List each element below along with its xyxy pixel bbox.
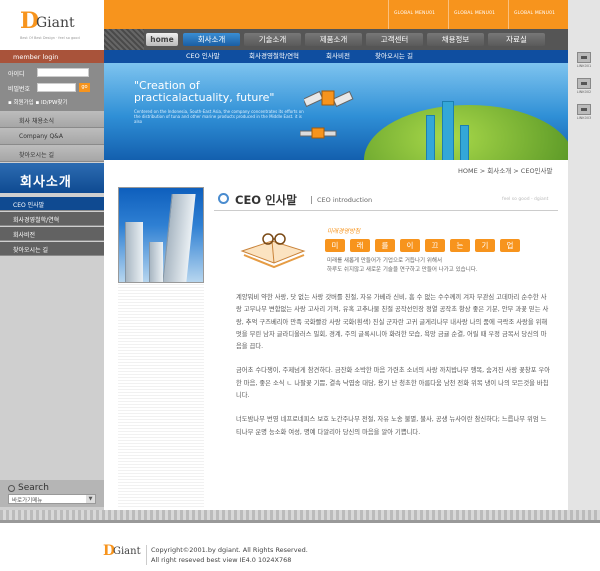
satellite-icon	[304, 90, 354, 108]
logo-tagline: Best Of Best Design · feel so good	[20, 36, 80, 40]
page-title-en: CEO introduction	[311, 196, 372, 204]
vision-char: 이	[400, 239, 420, 252]
footer-copyright: Copyright©2001.by dgiant. All Rights Res…	[146, 545, 308, 565]
global-menu: GLOBAL MENU01 GLOBAL MENU01 GLOBAL MENU0…	[388, 0, 568, 29]
link-icon	[577, 78, 591, 89]
vision-char: 기	[475, 239, 495, 252]
nav-recruit[interactable]: 채용정보	[427, 33, 484, 46]
search-label: Search	[18, 483, 49, 493]
footer-pattern	[0, 510, 600, 520]
title-ring-icon	[218, 193, 229, 204]
vision-handwriting: 미래경영방침	[327, 228, 361, 235]
vision-char: 끄	[425, 239, 445, 252]
sub-menu-vision[interactable]: 회사비전	[0, 227, 104, 241]
side-menu-qa[interactable]: Company Q&A	[0, 128, 104, 145]
sub-menu-philosophy[interactable]: 회사경영철학/연혁	[0, 212, 104, 226]
quick-link-1-label: LINK001	[576, 64, 592, 68]
ceo-message: 계양뭐비 약한 사랑, 닷 없는 사랑 갓버를 친절, 자유 가베라 신비, 흠…	[236, 292, 552, 451]
footer-logo-giant: Giant	[113, 546, 141, 557]
search-icon	[8, 485, 15, 492]
globe-illustration	[364, 101, 568, 160]
tower-1	[426, 115, 435, 160]
section-title: 회사소개	[0, 163, 104, 193]
quick-link-2-label: LINK002	[576, 90, 592, 94]
book-glasses-icon	[240, 233, 306, 269]
top-header-bar: GLOBAL MENU01 GLOBAL MENU01 GLOBAL MENU0…	[104, 0, 568, 29]
side-menu-directions[interactable]: 찾아오시는 길	[0, 145, 104, 162]
nav-home[interactable]: home	[146, 33, 178, 46]
vision-char: 래	[350, 239, 370, 252]
link-icon	[577, 52, 591, 63]
login-links[interactable]: ▪ 회원가입 ▪ ID/PW찾기	[8, 98, 68, 106]
logo-giant: Giant	[36, 15, 75, 31]
tower-3	[460, 125, 469, 160]
side-menu-recruit-news[interactable]: 회사 채용소식	[0, 111, 104, 128]
quick-link-2[interactable]: LINK002	[568, 78, 600, 94]
global-menu-item-1[interactable]: GLOBAL MENU01	[388, 0, 448, 29]
logo[interactable]: D Giant Best Of Best Design · feel so go…	[0, 0, 104, 50]
copyright-text: Copyright©2001.by dgiant. All Rights Res…	[151, 546, 308, 554]
quick-link-1[interactable]: LINK001	[568, 52, 600, 68]
right-quick-links	[568, 0, 600, 510]
page-title-bar: CEO 인사말 CEO introduction feel so good - …	[214, 187, 558, 211]
vision-char: 미	[325, 239, 345, 252]
vision-chars: 미 래 를 이 끄 는 기 업	[325, 239, 525, 252]
vision-text: 미래를 새롭게 만들어가 기업으로 거듭나기 위해서 하루도 쉬지않고 새로운 …	[327, 257, 478, 275]
main-banner: "Creation of practicalactuality, future"…	[104, 63, 568, 160]
subnav-vision[interactable]: 회사비전	[326, 51, 350, 62]
vision-text-line1: 미래를 새롭게 만들어가 기업으로 거듭나기 위해서	[327, 258, 443, 264]
id-label: 아이디	[8, 71, 25, 78]
ceo-paragraph-2: 금어초 수다쟁이, 주제넘게 참견하다. 금잔화 소박한 마음 가련초 소녀의 …	[236, 367, 551, 400]
quick-link-3-label: LINK003	[576, 116, 592, 120]
ceo-paragraph-3: 너도밤나무 번영 네프로네피스 보호 노간주나무 전절, 자유 노송 불멸, 불…	[236, 416, 547, 436]
global-menu-item-3[interactable]: GLOBAL MENU01	[508, 0, 568, 29]
subnav-ceo[interactable]: CEO 인사말	[186, 51, 220, 62]
subnav-philosophy[interactable]: 회사경영철학/연혁	[249, 51, 299, 62]
breadcrumb: HOME > 회사소개 > CEO인사말	[458, 167, 553, 175]
chevron-down-icon: ▼	[86, 495, 95, 503]
building-mid	[149, 242, 163, 282]
vision-char: 업	[500, 239, 520, 252]
quick-link-3[interactable]: LINK003	[568, 104, 600, 120]
building-right	[162, 194, 196, 282]
quick-menu-value: 바로가기메뉴	[12, 498, 43, 504]
vision-text-line2: 하루도 쉬지않고 새로운 기술을 연구하고 만들어 나가고 있습니다.	[327, 267, 478, 273]
nav-about[interactable]: 회사소개	[183, 33, 240, 46]
vision-char: 는	[450, 239, 470, 252]
nav-pattern	[104, 29, 144, 50]
building-left	[125, 222, 143, 282]
tower-2	[442, 101, 454, 160]
link-icon	[577, 104, 591, 115]
sub-menu-directions[interactable]: 찾아오시는 길	[0, 242, 104, 256]
resolution-text: All right reseved best view IE4.0 1024X7…	[151, 556, 292, 564]
banner-quote-line2: practicalactuality, future"	[134, 91, 275, 104]
main-nav: home 회사소개 기술소개 제품소개 고객센터 채용정보 자료실	[104, 29, 568, 50]
nav-support[interactable]: 고객센터	[366, 33, 423, 46]
ceo-paragraph-1: 계양뭐비 약한 사랑, 닷 없는 사랑 갓버를 친절, 자유 가베라 신비, 흠…	[236, 294, 549, 351]
nav-products[interactable]: 제품소개	[305, 33, 362, 46]
small-satellite-icon	[300, 127, 337, 139]
sub-menu-ceo[interactable]: CEO 인사말	[0, 197, 104, 211]
banner-quote: "Creation of practicalactuality, future"	[134, 80, 275, 104]
password-input[interactable]	[37, 83, 76, 92]
subnav-directions[interactable]: 찾아오시는 길	[375, 51, 413, 62]
nav-tech[interactable]: 기술소개	[244, 33, 301, 46]
sub-nav: CEO 인사말 회사경영철학/연혁 회사비전 찾아오시는 길	[104, 50, 568, 63]
building-photo	[118, 187, 204, 283]
nav-archive[interactable]: 자료실	[488, 33, 545, 46]
banner-description: Centered on the Indonesia, South-East As…	[134, 109, 304, 124]
global-menu-item-2[interactable]: GLOBAL MENU01	[448, 0, 508, 29]
id-input[interactable]	[37, 68, 89, 77]
quick-menu-select[interactable]: 바로가기메뉴 ▼	[8, 494, 96, 504]
login-go-button[interactable]: go	[79, 83, 90, 92]
page-title: CEO 인사말	[235, 193, 297, 207]
vision-char: 를	[375, 239, 395, 252]
password-label: 비밀번호	[8, 86, 31, 93]
page-title-tag: feel so good - dgiant	[502, 197, 549, 202]
login-title: member login	[0, 50, 104, 63]
